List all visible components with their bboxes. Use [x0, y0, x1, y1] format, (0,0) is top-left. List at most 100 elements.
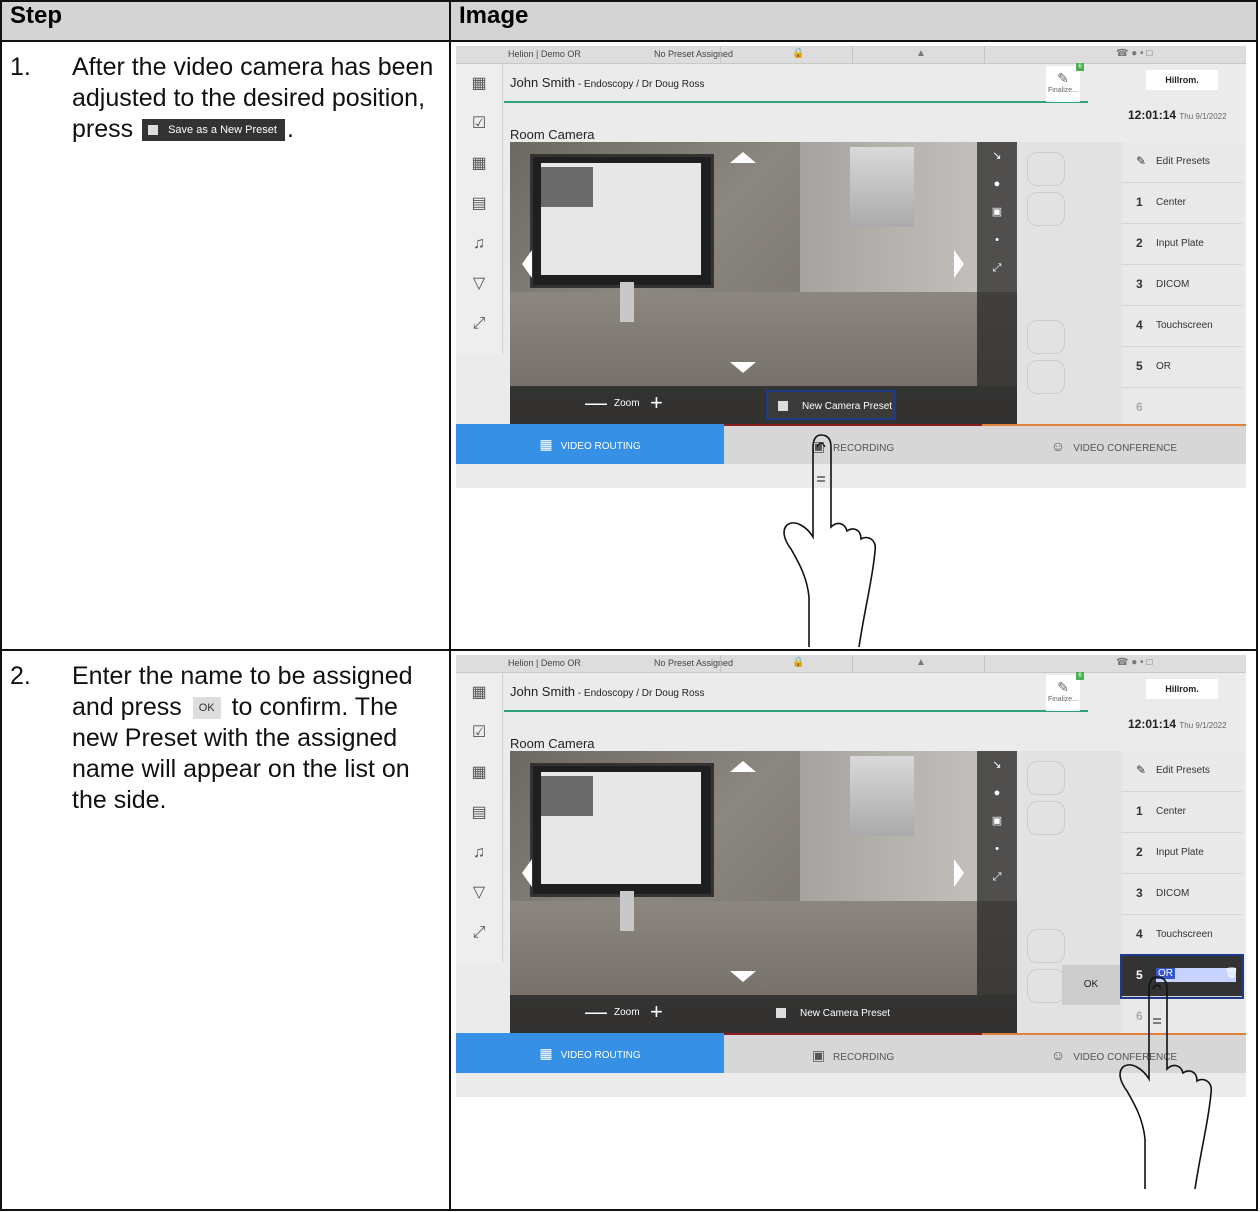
header-image: Image — [449, 0, 1258, 42]
pan-down-arrow[interactable] — [730, 362, 756, 373]
header-step: Step — [0, 0, 451, 42]
step-2-image: Helion | Demo OR No Preset Assigned 🔒 ▲ … — [449, 649, 1258, 1211]
patient-header: John Smith - Endoscopy / Dr Doug Ross — [504, 672, 1088, 712]
preset-status: No Preset Assigned — [654, 658, 734, 668]
snapshot-icon[interactable]: ↘ — [977, 142, 1017, 170]
routing-icon: ▦ — [539, 1045, 553, 1061]
patient-card-icon[interactable]: ▦ — [456, 673, 502, 713]
camera-view[interactable]: ↘ ● ▣ • ⤢ — Zoom + New Camera Preset — [510, 142, 1017, 424]
video-controls: — Zoom + New Camera Preset — [510, 995, 1017, 1033]
camera-icon[interactable]: ▣ — [977, 807, 1017, 835]
floppy-icon — [778, 401, 788, 412]
trash-icon[interactable]: 🗑 — [1225, 968, 1238, 979]
patient-name: John Smith — [510, 684, 576, 699]
camera-move-icon[interactable]: ⤢ — [456, 304, 502, 344]
finalize-button[interactable]: ✎ Finalize... 6 — [1046, 63, 1084, 102]
clock: 12:01:14 Thu 9/1/2022 — [1128, 717, 1227, 731]
audio-icon[interactable]: ♫ — [456, 833, 502, 873]
checklist-icon[interactable]: ☑ — [456, 713, 502, 753]
preset-item[interactable]: 4 Touchscreen — [1122, 915, 1242, 956]
cart-image — [850, 756, 914, 836]
display-icon[interactable]: ▤ — [456, 793, 502, 833]
pan-left-arrow[interactable] — [522, 859, 532, 887]
record-icon[interactable]: ● — [977, 170, 1017, 198]
camera-view[interactable]: ↘ ● ▣ • ⤢ — Zoom + New Camera Preset — [510, 751, 1017, 1033]
pan-left-arrow[interactable] — [522, 250, 532, 278]
zoom-in-button[interactable]: + — [650, 999, 663, 1025]
screenshot-ui: Helion | Demo OR No Preset Assigned 🔒 ▲ … — [456, 46, 1246, 488]
ok-button-ref: OK — [192, 697, 221, 720]
panel-title: Room Camera — [510, 127, 595, 142]
step-2-cell: 2. Enter the name to be assigned and pre… — [0, 649, 451, 1211]
preset-item[interactable]: 4 Touchscreen — [1122, 306, 1242, 347]
tab-video-routing[interactable]: ▦ VIDEO ROUTING — [456, 424, 724, 464]
finalize-button[interactable]: ✎ Finalize... 6 — [1046, 672, 1084, 711]
preset-item[interactable]: 1 Center — [1122, 183, 1242, 224]
light-icon[interactable]: ▽ — [456, 264, 502, 304]
pan-right-arrow[interactable] — [954, 250, 964, 278]
new-camera-preset-button[interactable]: New Camera Preset — [766, 999, 896, 1029]
tab-video-routing[interactable]: ▦ VIDEO ROUTING — [456, 1033, 724, 1073]
pan-right-arrow[interactable] — [954, 859, 964, 887]
record-icon[interactable]: ● — [977, 779, 1017, 807]
phone-icon: ☎ ● • □ — [1116, 48, 1153, 59]
hillrom-logo: Hillrom. — [1146, 679, 1218, 699]
zoom-out-button[interactable]: — — [585, 999, 607, 1025]
pan-up-arrow[interactable] — [730, 761, 756, 772]
camera-move-icon[interactable]: ⤢ — [456, 913, 502, 953]
stream-icon[interactable]: • — [977, 226, 1017, 254]
pan-down-arrow[interactable] — [730, 971, 756, 982]
light-icon[interactable]: ▽ — [456, 873, 502, 913]
pan-up-arrow[interactable] — [730, 152, 756, 163]
edit-presets-button[interactable]: ✎ Edit Presets — [1122, 142, 1242, 183]
audio-icon[interactable]: ♫ — [456, 224, 502, 264]
expand-icon[interactable]: ⤢ — [977, 863, 1017, 891]
steps-table: Step Image 1. After the video camera has… — [0, 0, 1258, 1211]
preset-item[interactable]: 1 Center — [1122, 792, 1242, 833]
panel-title: Room Camera — [510, 736, 595, 751]
location-label: Helion | Demo OR — [508, 658, 581, 668]
preset-item[interactable]: 2 Input Plate — [1122, 224, 1242, 265]
top-bar: Helion | Demo OR No Preset Assigned 🔒 ▲ … — [456, 655, 1246, 673]
left-sidebar: ▦ ☑ ▦ ▤ ♫ ▽ ⤢ — [456, 673, 503, 963]
zoom-out-button[interactable]: — — [585, 390, 607, 416]
cart-image — [850, 147, 914, 227]
preset-item[interactable]: 5 OR — [1122, 347, 1242, 388]
expand-icon[interactable]: ⤢ — [977, 254, 1017, 282]
new-camera-preset-button[interactable]: New Camera Preset — [766, 390, 896, 420]
preset-item[interactable]: 3 DICOM — [1122, 874, 1242, 915]
preset-list: ✎ Edit Presets 1 Center 2 Input Plate 3 DICO… — [1122, 142, 1242, 429]
routing-icon: ▦ — [539, 436, 553, 452]
step-1-image: Helion | Demo OR No Preset Assigned 🔒 ▲ … — [449, 40, 1258, 651]
display-icon[interactable]: ▤ — [456, 184, 502, 224]
tab-video-conference[interactable]: ☺ VIDEO CONFERENCE — [982, 424, 1246, 464]
pencil-icon: ✎ — [1136, 154, 1147, 168]
zoom-label: Zoom — [614, 398, 640, 409]
recording-icon: ▣ — [811, 1047, 826, 1063]
preset-item[interactable]: 2 Input Plate — [1122, 833, 1242, 874]
monitor-image — [530, 154, 714, 288]
patient-card-icon[interactable]: ▦ — [456, 64, 502, 104]
user-transfer-icon[interactable]: ▲ — [916, 657, 926, 668]
top-bar: Helion | Demo OR No Preset Assigned 🔒 ▲ … — [456, 46, 1246, 64]
snapshot-icon[interactable]: ↘ — [977, 751, 1017, 779]
video-tools: ↘ ● ▣ • ⤢ — [977, 142, 1017, 386]
stream-icon[interactable]: • — [977, 835, 1017, 863]
user-transfer-icon[interactable]: ▲ — [916, 48, 926, 59]
camera-icon[interactable]: ▣ — [977, 198, 1017, 226]
video-tools: ↘ ● ▣ • ⤢ — [977, 751, 1017, 995]
routing-icon[interactable]: ▦ — [456, 144, 502, 184]
monitor-image — [530, 763, 714, 897]
lock-icon[interactable]: 🔒 — [792, 657, 804, 668]
zoom-in-button[interactable]: + — [650, 390, 663, 416]
lock-icon[interactable]: 🔒 — [792, 48, 804, 59]
conference-icon: ☺ — [1050, 438, 1066, 454]
tab-recording[interactable]: ▣ RECORDING — [724, 1033, 982, 1073]
checklist-icon[interactable]: ☑ — [456, 104, 502, 144]
preset-item[interactable]: 3 DICOM — [1122, 265, 1242, 306]
patient-name: John Smith — [510, 75, 576, 90]
routing-icon[interactable]: ▦ — [456, 753, 502, 793]
edit-presets-button[interactable]: ✎ Edit Presets — [1122, 751, 1242, 792]
preset-item-empty[interactable]: 6 — [1122, 388, 1242, 429]
hand-pointer-icon — [783, 434, 877, 647]
